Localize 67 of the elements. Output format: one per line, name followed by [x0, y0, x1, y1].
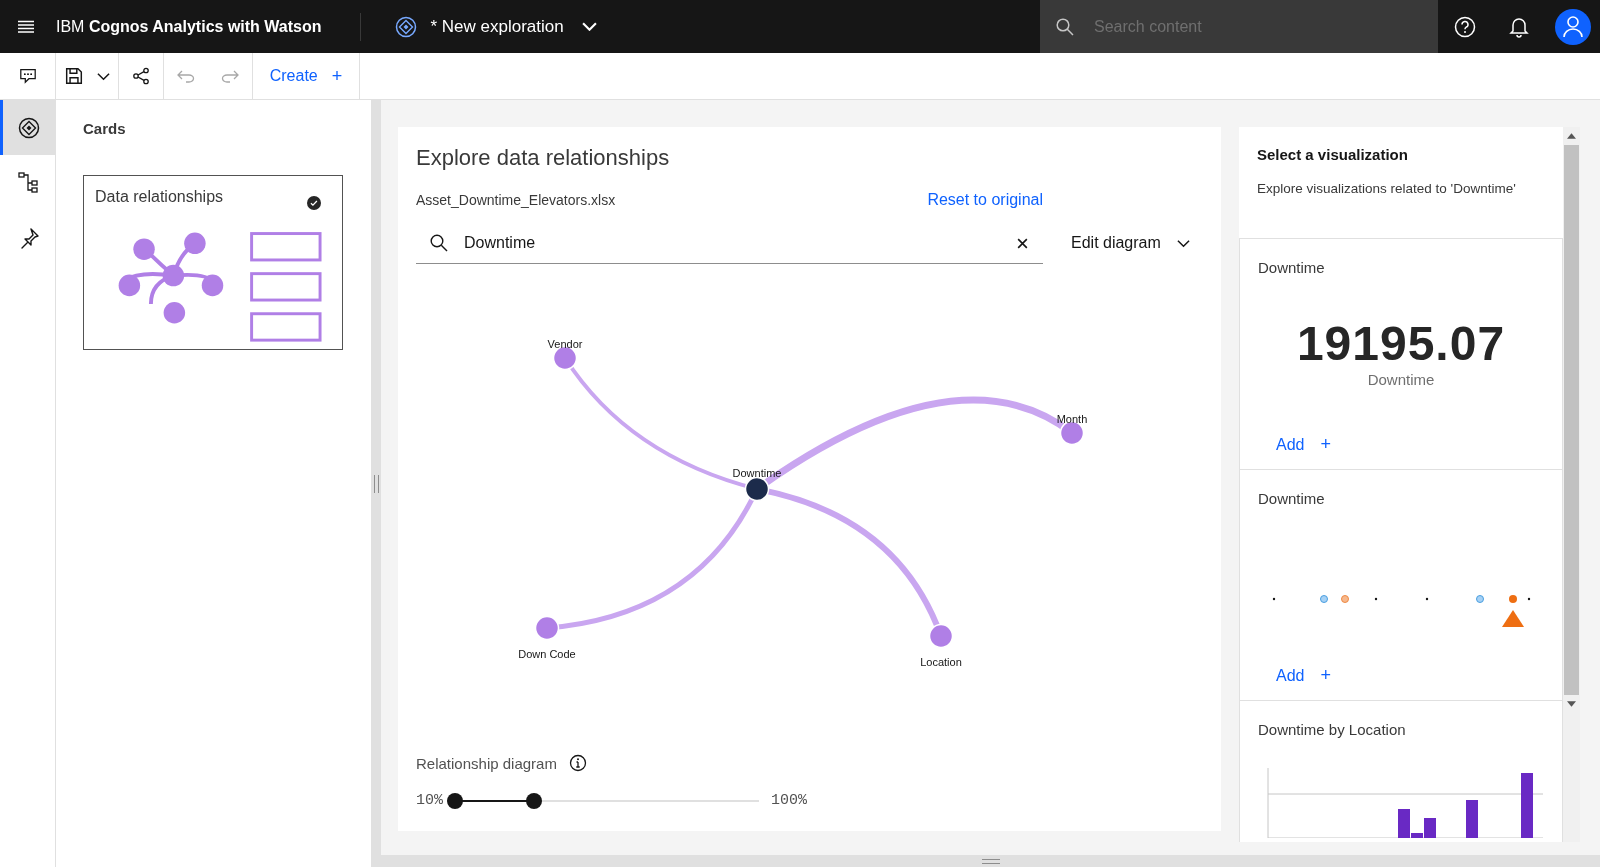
chart-point: [1341, 595, 1349, 603]
explore-icon: [394, 15, 417, 38]
share-icon[interactable]: [132, 67, 150, 85]
rail-tab[interactable]: [0, 100, 55, 155]
user-avatar-icon[interactable]: [1555, 8, 1591, 45]
search-field[interactable]: Downtime: [416, 223, 1043, 264]
slider-handle[interactable]: [447, 792, 463, 809]
notification-bell-icon[interactable]: [1508, 15, 1530, 38]
create-button[interactable]: Create +: [261, 59, 351, 93]
info-icon[interactable]: [568, 754, 587, 772]
chart-point: [1509, 595, 1517, 603]
exploration-title[interactable]: * New exploration: [430, 16, 564, 37]
panel-title: Cards: [83, 120, 127, 137]
card-tile[interactable]: Data relationships: [83, 175, 343, 350]
card-title: Downtime by Location: [1258, 721, 1407, 738]
card-title: Downtime: [1258, 259, 1326, 276]
chart-point: [1320, 595, 1328, 603]
comment-icon[interactable]: [18, 67, 37, 85]
reset-link[interactable]: Reset to original: [927, 191, 1043, 209]
add-button[interactable]: Add +: [1276, 663, 1331, 688]
tree-icon: [18, 171, 40, 194]
node-label: Vendor: [547, 338, 583, 350]
triangle-marker: [1502, 610, 1524, 627]
help-icon[interactable]: [1454, 15, 1476, 38]
chart-point: [1527, 597, 1531, 601]
card-label: Data relationships: [95, 188, 224, 205]
kpi-caption: Downtime: [1366, 371, 1436, 388]
close-icon[interactable]: [1016, 236, 1029, 250]
add-button[interactable]: Add +: [1276, 432, 1331, 457]
file-name: Asset_Downtime_Elevators.xlsx: [416, 192, 616, 208]
node-label: Month: [1056, 413, 1088, 425]
scroll-down-icon[interactable]: [1567, 701, 1576, 707]
chart-point: [1425, 597, 1429, 601]
node-label: Downtime: [732, 467, 782, 479]
diagram-node[interactable]: [744, 476, 770, 502]
chart-bar: [1521, 773, 1533, 838]
chart-point: [1374, 597, 1378, 601]
scroll-up-icon[interactable]: [1567, 133, 1576, 139]
search-icon: [1056, 17, 1074, 36]
panel-description: Explore visualizations related to 'Downtime': [1257, 181, 1517, 196]
chart-bar: [1466, 800, 1478, 838]
slider-max-label: 100%: [771, 792, 808, 809]
node-label: Location: [920, 656, 962, 668]
exploration-heading: Explore data relationships: [416, 145, 671, 171]
visualization-card[interactable]: Downtime by Location: [1239, 700, 1563, 842]
panel-title: Select a visualization: [1257, 146, 1409, 163]
diagram-node[interactable]: [928, 623, 954, 649]
chart-point: [1272, 597, 1276, 601]
slider-min-label: 10%: [416, 792, 443, 809]
save-icon[interactable]: [64, 67, 83, 85]
chevron-down-icon[interactable]: [581, 22, 597, 31]
node-label: Down Code: [518, 648, 576, 660]
app-title: IBM Cognos Analytics with Watson: [56, 17, 322, 36]
kpi-value: 19195.07: [1295, 316, 1507, 371]
slider-label: Relationship diagram: [416, 754, 557, 772]
slider-handle[interactable]: [526, 792, 543, 809]
visualization-card[interactable]: Downtime Add +: [1239, 469, 1563, 701]
chart-point: [1476, 595, 1484, 603]
search-icon: [430, 234, 448, 252]
scrollbar[interactable]: [1563, 127, 1580, 842]
search-input[interactable]: Downtime: [462, 233, 1002, 253]
edit-diagram-dropdown[interactable]: Edit diagram: [1043, 223, 1203, 263]
visualization-card[interactable]: Downtime 19195.07 Downtime Add +: [1239, 238, 1563, 470]
menu-icon[interactable]: [18, 20, 34, 33]
card-title: Downtime: [1258, 490, 1326, 507]
explore-icon: [18, 116, 40, 139]
diagram-node[interactable]: [534, 615, 560, 641]
